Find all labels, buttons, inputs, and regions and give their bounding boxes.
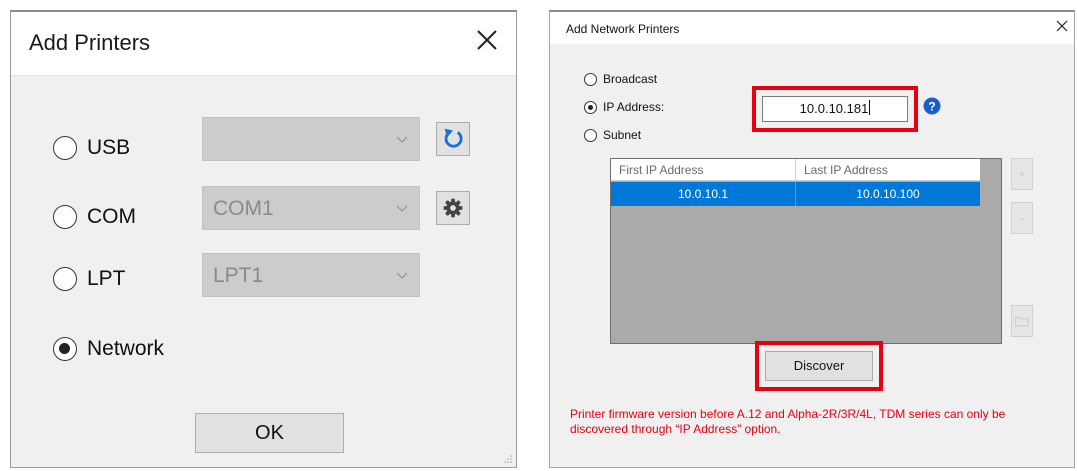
network-option-row: Network [53, 327, 503, 371]
add-range-button[interactable]: + [1011, 158, 1033, 190]
add-printers-dialog: Add Printers USB COM COM1 LPT LPT1 Netwo… [10, 10, 517, 468]
table-header: First IP Address Last IP Address [611, 159, 980, 181]
firmware-warning-text: Printer firmware version before A.12 and… [570, 407, 1006, 436]
broadcast-label: Broadcast [603, 72, 658, 86]
remove-range-button[interactable]: - [1011, 202, 1033, 234]
lpt-radio[interactable] [53, 267, 77, 291]
add-network-printers-dialog: Add Network Printers Broadcast IP Addres… [549, 10, 1075, 468]
refresh-button[interactable] [436, 122, 470, 156]
com-combo-value: COM1 [213, 197, 274, 220]
network-label: Network [87, 337, 165, 360]
text-caret [869, 100, 871, 115]
folder-icon [1015, 317, 1029, 327]
com-combo[interactable]: COM1 [202, 186, 420, 230]
table-row[interactable]: 10.0.10.1 10.0.10.100 [611, 182, 980, 206]
dialog-title: Add Printers [29, 30, 151, 55]
chevron-down-icon [396, 272, 408, 279]
ip-address-input[interactable]: 10.0.10.181 [762, 96, 908, 122]
ip-address-label: IP Address: [603, 100, 665, 114]
column-header-last-ip[interactable]: Last IP Address [796, 159, 980, 181]
network-radio[interactable] [53, 337, 77, 361]
com-label: COM [87, 205, 136, 228]
refresh-icon [444, 128, 463, 148]
title-bar: Add Printers [11, 12, 516, 76]
ip-address-value: 10.0.10.181 [799, 101, 869, 116]
broadcast-radio[interactable] [584, 73, 597, 86]
close-icon[interactable] [472, 25, 502, 55]
open-file-button[interactable] [1011, 305, 1033, 337]
ok-button[interactable]: OK [195, 413, 344, 453]
discover-highlight-box: Discover [755, 341, 883, 391]
lpt-combo-value: LPT1 [213, 264, 264, 287]
resize-grip-icon[interactable] [503, 454, 513, 464]
subnet-radio[interactable] [584, 129, 597, 142]
help-icon[interactable]: ? [923, 97, 941, 115]
com-radio[interactable] [53, 205, 77, 229]
usb-label: USB [87, 136, 131, 159]
first-ip-cell: 10.0.10.1 [611, 182, 796, 206]
discover-button[interactable]: Discover [765, 351, 873, 381]
subnet-label: Subnet [603, 128, 642, 142]
column-header-first-ip[interactable]: First IP Address [611, 159, 796, 181]
usb-combo[interactable] [202, 117, 420, 161]
com-settings-button[interactable] [436, 191, 470, 225]
close-icon[interactable] [1054, 18, 1070, 34]
ip-range-table: First IP Address Last IP Address 10.0.10… [610, 158, 1002, 344]
lpt-label: LPT [87, 267, 126, 290]
title-bar: Add Network Printers [550, 12, 1074, 44]
ip-address-radio[interactable] [584, 101, 597, 114]
gear-icon [443, 198, 463, 218]
usb-radio[interactable] [53, 136, 77, 160]
svg-text:?: ? [928, 100, 935, 114]
last-ip-cell: 10.0.10.100 [856, 187, 920, 201]
chevron-down-icon [396, 136, 408, 143]
dialog-title: Add Network Printers [566, 22, 680, 36]
lpt-combo[interactable]: LPT1 [202, 253, 420, 297]
ip-highlight-box: 10.0.10.181 [752, 86, 918, 132]
chevron-down-icon [396, 205, 408, 212]
